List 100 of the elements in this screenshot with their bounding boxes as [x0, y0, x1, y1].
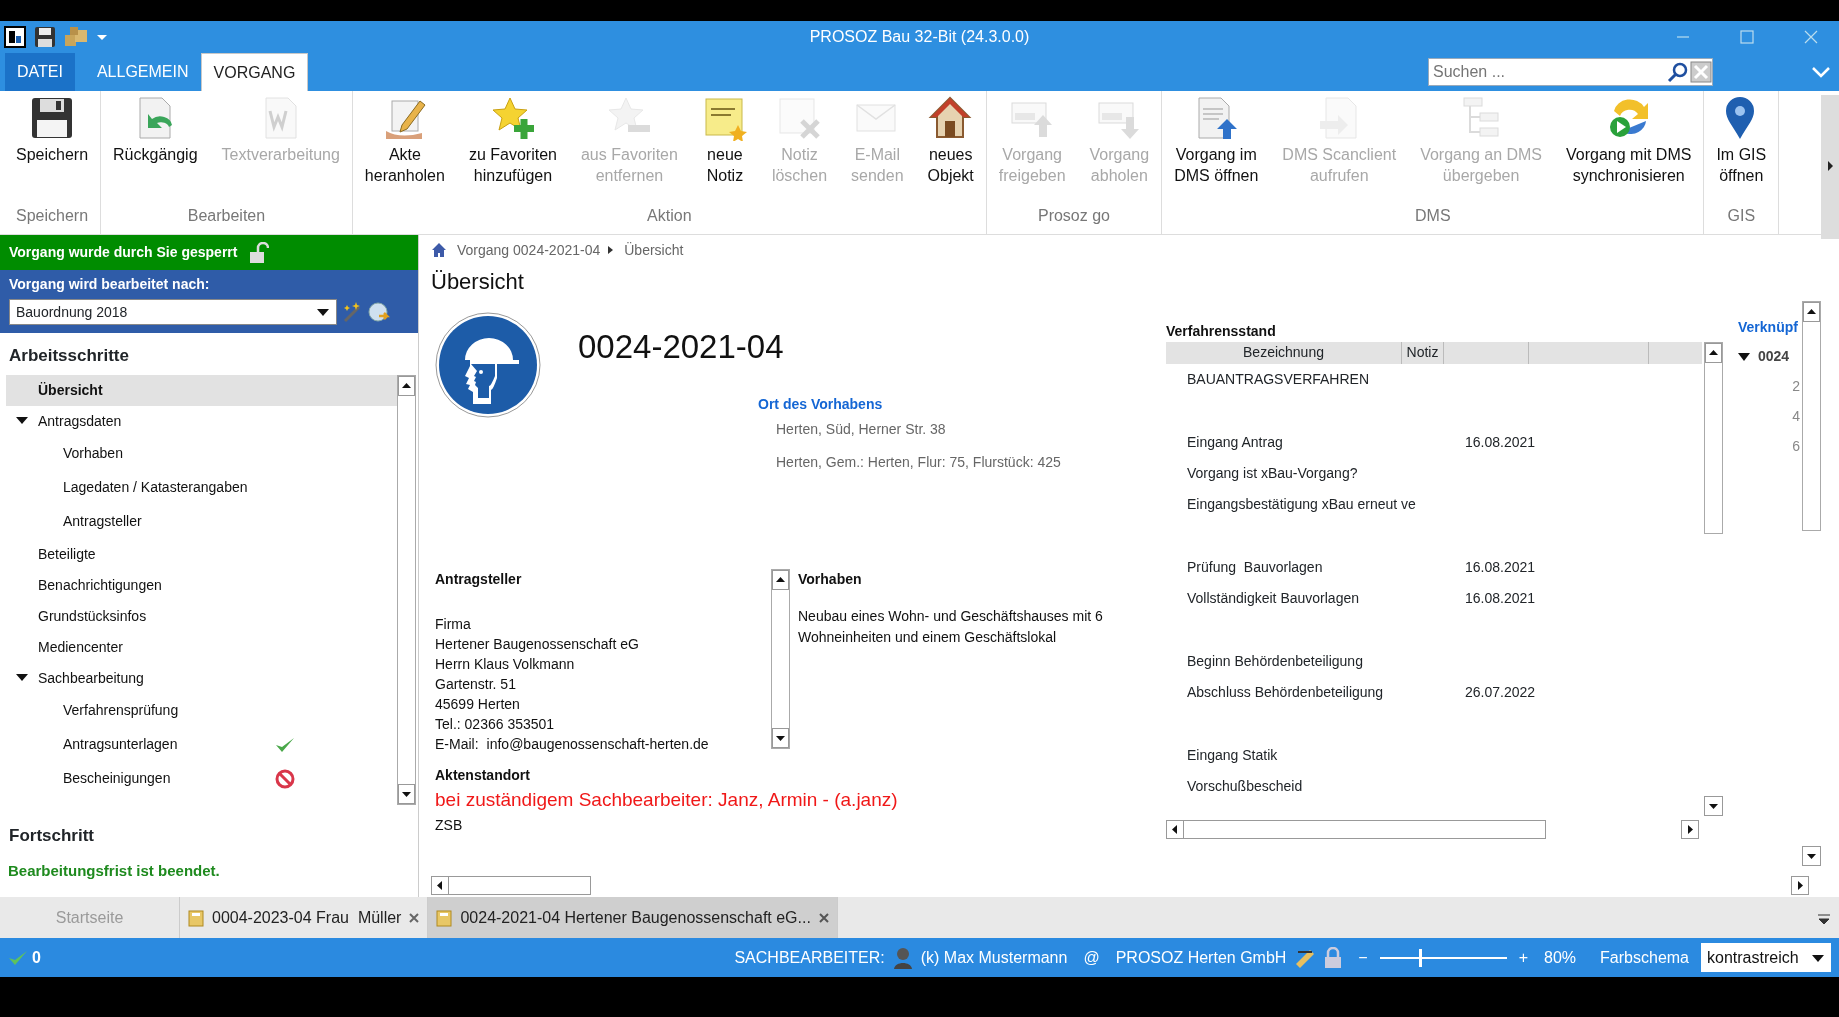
house-icon: [927, 95, 974, 141]
expanded-caret-icon[interactable]: [1738, 351, 1750, 362]
ribbon-button[interactable]: neues Objekt: [915, 91, 986, 187]
group-label: Aktion: [646, 206, 693, 226]
app-logo-icon: [4, 26, 26, 48]
tree-item[interactable]: Bescheinigungen: [6, 761, 397, 796]
tree-item[interactable]: Antragsdaten: [6, 405, 397, 437]
tree-item[interactable]: Vorhaben: [6, 436, 397, 471]
scrollbar[interactable]: [1704, 342, 1723, 534]
link-item[interactable]: 0024: [1758, 346, 1790, 367]
tree-item[interactable]: Benachrichtigungen: [6, 569, 397, 601]
scroll-down-icon[interactable]: [1704, 796, 1723, 816]
tree-item[interactable]: Sachbearbeitung: [6, 662, 397, 694]
tree-item[interactable]: Lagedaten / Katasterangaben: [6, 470, 397, 505]
tree-item[interactable]: Beteiligte: [6, 538, 397, 570]
email-link[interactable]: info@baugenossenschaft-herten.de: [486, 734, 709, 755]
close-tab-icon[interactable]: [409, 912, 420, 923]
close-tab-icon[interactable]: [818, 912, 829, 923]
rule-label: Vorgang wird bearbeitet nach:: [9, 275, 211, 294]
scroll-right-icon[interactable]: [1681, 820, 1699, 839]
user-name: (k) Max Mustermann: [920, 947, 1068, 968]
column-header[interactable]: Bezeichnung: [1166, 342, 1402, 364]
scroll-right-icon[interactable]: [1791, 876, 1809, 895]
breadcrumb-item[interactable]: Vorgang 0024-2021-04: [457, 239, 601, 261]
procedure-step: Vollständigkeit Bauvorlagen: [1187, 588, 1465, 609]
tree-item[interactable]: Übersicht: [6, 374, 397, 406]
tree-item[interactable]: Verfahrensprüfung: [6, 693, 397, 728]
project-description: Neubau eines Wohn- und Geschäftshauses mit 6 Wohneinheiten und einem Geschäftslokal: [798, 607, 1104, 647]
magic-wand-icon[interactable]: [341, 301, 363, 323]
slider-thumb[interactable]: [1419, 948, 1423, 967]
caret-icon: [1811, 952, 1825, 963]
scroll-down-icon[interactable]: [1802, 846, 1821, 866]
chevron-down-icon[interactable]: [1811, 65, 1831, 79]
department-text: ZSB: [435, 815, 464, 835]
procedure-step: Eingang Antrag: [1187, 432, 1465, 453]
procedure-step: Vorschußbescheid: [1187, 776, 1465, 797]
ribbon-button[interactable]: Speichern: [4, 91, 101, 166]
scrollbar[interactable]: [1802, 301, 1821, 531]
date-text: 16.08.2021: [1465, 589, 1536, 608]
scheme-select[interactable]: kontrastreich: [1701, 943, 1831, 972]
tree-item[interactable]: Grundstücksinfos: [6, 600, 397, 632]
procedure-step: Eingang Statik: [1187, 745, 1465, 766]
procedure-step: Beginn Behördenbeteiligung: [1187, 651, 1465, 672]
home-icon[interactable]: [431, 242, 447, 258]
scroll-down-icon[interactable]: [398, 783, 415, 804]
note-delete-icon: [776, 95, 823, 141]
section-heading: Antragsteller: [435, 570, 523, 589]
breadcrumb-arrow-icon: [606, 245, 615, 255]
document-tab[interactable]: 0024-2021-04 Hertener Baugenossenschaft eG...: [428, 897, 838, 938]
ribbon-button[interactable]: neue Notiz: [689, 91, 760, 187]
date-text: 16.08.2021: [1465, 558, 1536, 577]
zoom-out-button[interactable]: −: [1358, 945, 1368, 970]
scroll-up-icon[interactable]: [772, 570, 789, 590]
procedure-step: BAUANTRAGSVERFAHREN: [1187, 369, 1465, 390]
section-heading: Arbeitsschritte: [8, 345, 130, 367]
ribbon-button[interactable]: Im GIS öffnen: [1704, 91, 1779, 187]
ribbon-button[interactable]: Akte heranholen: [352, 91, 457, 187]
search-box[interactable]: Suchen ...: [1428, 58, 1713, 86]
section-heading: Fortschritt: [8, 824, 95, 847]
section-heading: Ort des Vorhabens: [758, 394, 884, 414]
file-menu-tab[interactable]: DATEI: [5, 53, 75, 91]
save-icon[interactable]: [34, 26, 56, 48]
window-title: PROSOZ Bau 32-Bit (24.3.0.0): [809, 27, 1030, 47]
ribbon-button[interactable]: Rückgängig: [101, 91, 210, 166]
date-text: 26.07.2022: [1465, 683, 1536, 702]
scrollbar[interactable]: [771, 569, 790, 749]
procedure-step: Vorgang ist xBau-Vorgang?: [1187, 463, 1465, 484]
tree-item[interactable]: Mediencenter: [6, 631, 397, 663]
link-item[interactable]: 4: [1738, 406, 1800, 427]
ribbon-button[interactable]: zu Favoriten hinzufügen: [456, 91, 569, 187]
scrollbar[interactable]: [397, 374, 416, 805]
ribbon-tab[interactable]: VORGANG: [200, 53, 309, 91]
section-heading: Verfahrensstand: [1166, 322, 1277, 341]
applicant-text: Gartenstr. 51: [435, 675, 517, 694]
procedure-step: Prüfung Bauvorlagen: [1187, 557, 1465, 578]
scroll-up-icon[interactable]: [1705, 343, 1722, 363]
address-text: Herten, Süd, Herner Str. 38: [776, 419, 947, 439]
zoom-in-button[interactable]: +: [1518, 945, 1529, 970]
procedure-step: Abschluss Behördenbeteiligung: [1187, 682, 1465, 703]
date-text: 16.08.2021: [1465, 433, 1536, 452]
ruler-pencil-icon[interactable]: [1294, 947, 1317, 968]
breadcrumb-item[interactable]: Übersicht: [624, 239, 684, 261]
lock-banner-text: Vorgang wurde durch Sie gesperrt: [9, 243, 238, 262]
ribbon-button[interactable]: Vorgang mit DMS synchronisieren: [1554, 91, 1704, 187]
scroll-down-icon[interactable]: [772, 728, 789, 748]
email-label: E-Mail:: [435, 735, 479, 754]
applicant-text: Hertener Baugenossenschaft eG: [435, 635, 640, 654]
link-item[interactable]: 6: [1738, 436, 1800, 457]
ribbon-button[interactable]: Vorgang im DMS öffnen: [1162, 91, 1271, 187]
column-header[interactable]: Notiz: [1402, 342, 1444, 364]
count-text: 0: [32, 947, 41, 968]
scroll-up-icon[interactable]: [398, 375, 415, 396]
hard-hat-sign-icon: [435, 312, 541, 418]
scroll-up-icon[interactable]: [1803, 302, 1820, 322]
scheme-label: Farbschema: [1600, 947, 1689, 968]
tree-item[interactable]: Antragsunterlagen: [6, 727, 397, 762]
tree-item[interactable]: Antragsteller: [6, 504, 397, 539]
rule-select[interactable]: Bauordnung 2018: [9, 299, 337, 325]
tree-item-label: Verfahrensprüfung: [63, 701, 180, 720]
link-item[interactable]: 2: [1738, 376, 1800, 397]
